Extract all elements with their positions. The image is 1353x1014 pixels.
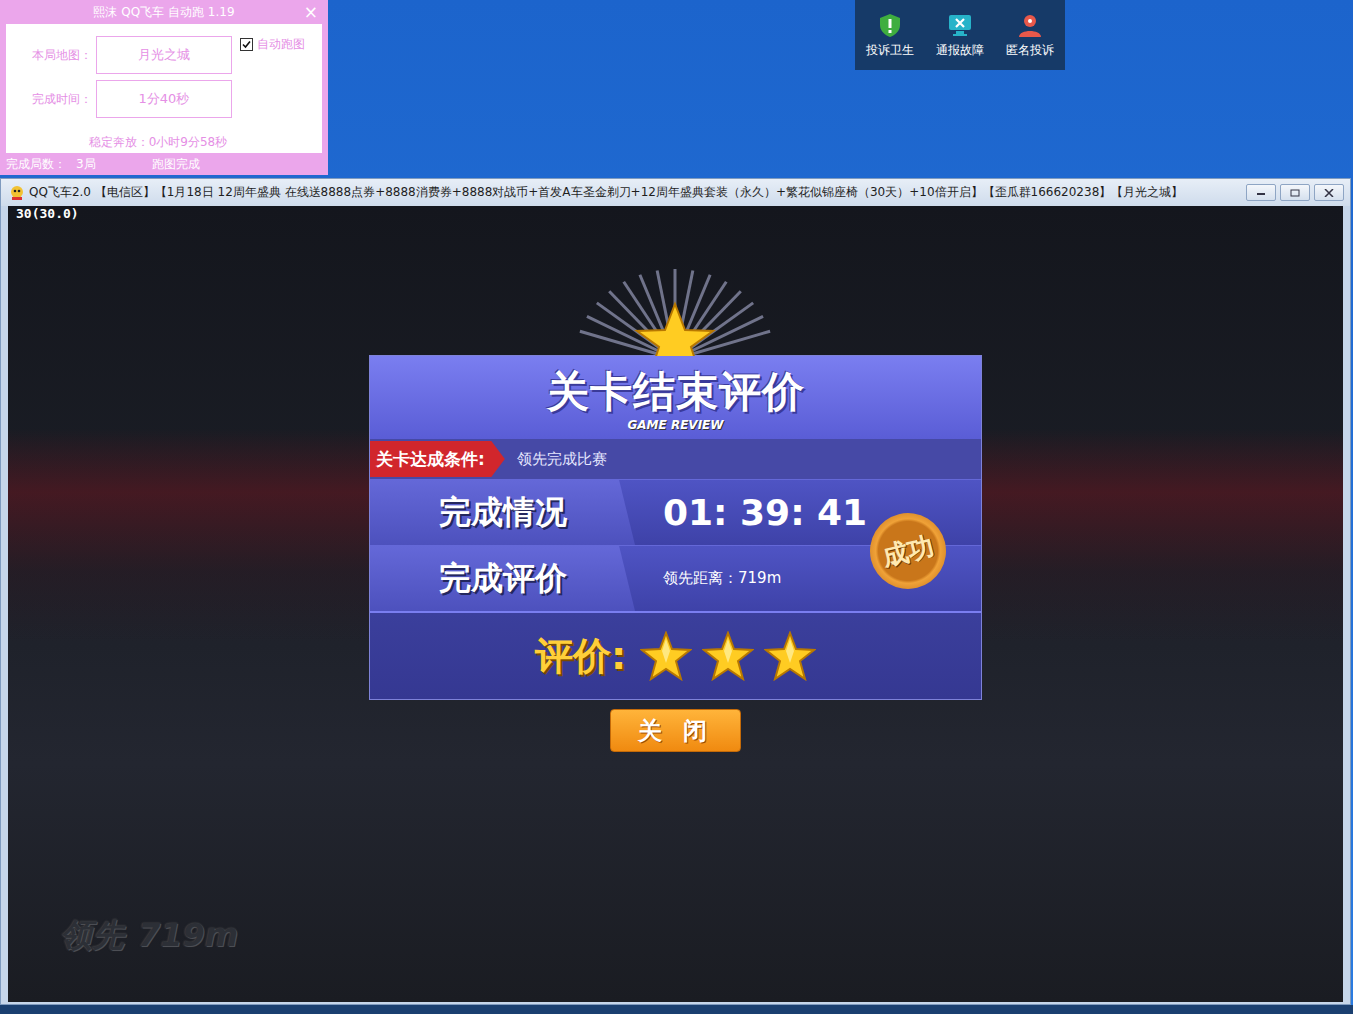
tool-close-button[interactable]: × (304, 2, 318, 22)
fps-counter: 30(30.0) (16, 206, 79, 221)
game-logo-icon (9, 185, 25, 201)
field-value[interactable]: 1分40秒 (96, 80, 232, 118)
result-label: 完成评价 (370, 546, 635, 611)
toolbar-button[interactable]: 通报故障 (936, 12, 984, 59)
uptime-text: 稳定奔放：0小时9分58秒 (6, 124, 246, 151)
minimize-icon (1256, 190, 1266, 196)
field-value[interactable]: 月光之城 (96, 36, 232, 74)
result-label: 完成情况 (370, 480, 635, 545)
star-icon (764, 631, 816, 681)
game-title: QQ飞车2.0 【电信区】【1月18日 12周年盛典 在线送8888点券+888… (29, 184, 1242, 201)
field-label: 本局地图： (6, 47, 96, 64)
person-icon (1017, 12, 1043, 38)
toolbar-button[interactable]: 匿名投诉 (1006, 12, 1054, 59)
close-icon (1324, 189, 1334, 197)
condition-text: 领先完成比赛 (517, 450, 607, 469)
toolbar-button[interactable]: 投诉卫生 (866, 12, 914, 59)
field-label: 完成时间： (6, 91, 96, 108)
tool-panel: 本局地图：月光之城自动跑图完成时间：1分40秒稳定奔放：0小时9分58秒 (6, 24, 322, 153)
review-subtitle: GAME REVIEW (627, 418, 723, 432)
taskbar (0, 1005, 1353, 1014)
condition-row: 关卡达成条件: 领先完成比赛 (370, 439, 981, 479)
review-title: 关卡结束评价 (547, 364, 805, 420)
monitor-icon (947, 12, 973, 38)
game-title-bar: QQ飞车2.0 【电信区】【1月18日 12周年盛典 在线送8888点券+888… (1, 179, 1350, 206)
auto-run-checkbox[interactable]: 自动跑图 (232, 34, 322, 53)
restore-button[interactable] (1280, 184, 1310, 201)
game-window: QQ飞车2.0 【电信区】【1月18日 12周年盛典 在线送8888点券+888… (0, 178, 1351, 1005)
rating-row: 评价: (370, 611, 981, 699)
check-icon (242, 40, 251, 49)
review-dialog: 关卡结束评价GAME REVIEW关卡达成条件:领先完成比赛完成情况01: 39… (370, 356, 981, 699)
close-button[interactable] (1314, 184, 1344, 201)
lead-hud: 领先719m (60, 914, 238, 958)
star-icon (702, 631, 754, 681)
restore-icon (1290, 189, 1300, 197)
star-icon (640, 631, 692, 681)
rating-label: 评价: (535, 631, 626, 682)
tool-title: 熙沫 QQ飞车 自动跑 1.19 (93, 4, 234, 21)
minimize-button[interactable] (1246, 184, 1276, 201)
shield-icon (877, 12, 903, 38)
close-dialog-button[interactable]: 关 闭 (610, 709, 741, 752)
tool-title-bar: 熙沫 QQ飞车 自动跑 1.19 × (0, 0, 328, 24)
tool-window: 熙沫 QQ飞车 自动跑 1.19×本局地图：月光之城自动跑图完成时间：1分40秒… (0, 0, 328, 175)
desktop: 熙沫 QQ飞车 自动跑 1.19×本局地图：月光之城自动跑图完成时间：1分40秒… (0, 0, 1353, 1014)
tool-status-bar: 完成局数：3局跑图完成 (0, 153, 328, 175)
review-header: 关卡结束评价GAME REVIEW (370, 356, 981, 439)
condition-label: 关卡达成条件: (370, 441, 505, 477)
game-screen: 30(30.0)关卡结束评价GAME REVIEW关卡达成条件:领先完成比赛完成… (8, 206, 1343, 1002)
checkbox-box[interactable] (240, 38, 253, 51)
report-toolbar: 投诉卫生通报故障匿名投诉 (855, 0, 1065, 70)
